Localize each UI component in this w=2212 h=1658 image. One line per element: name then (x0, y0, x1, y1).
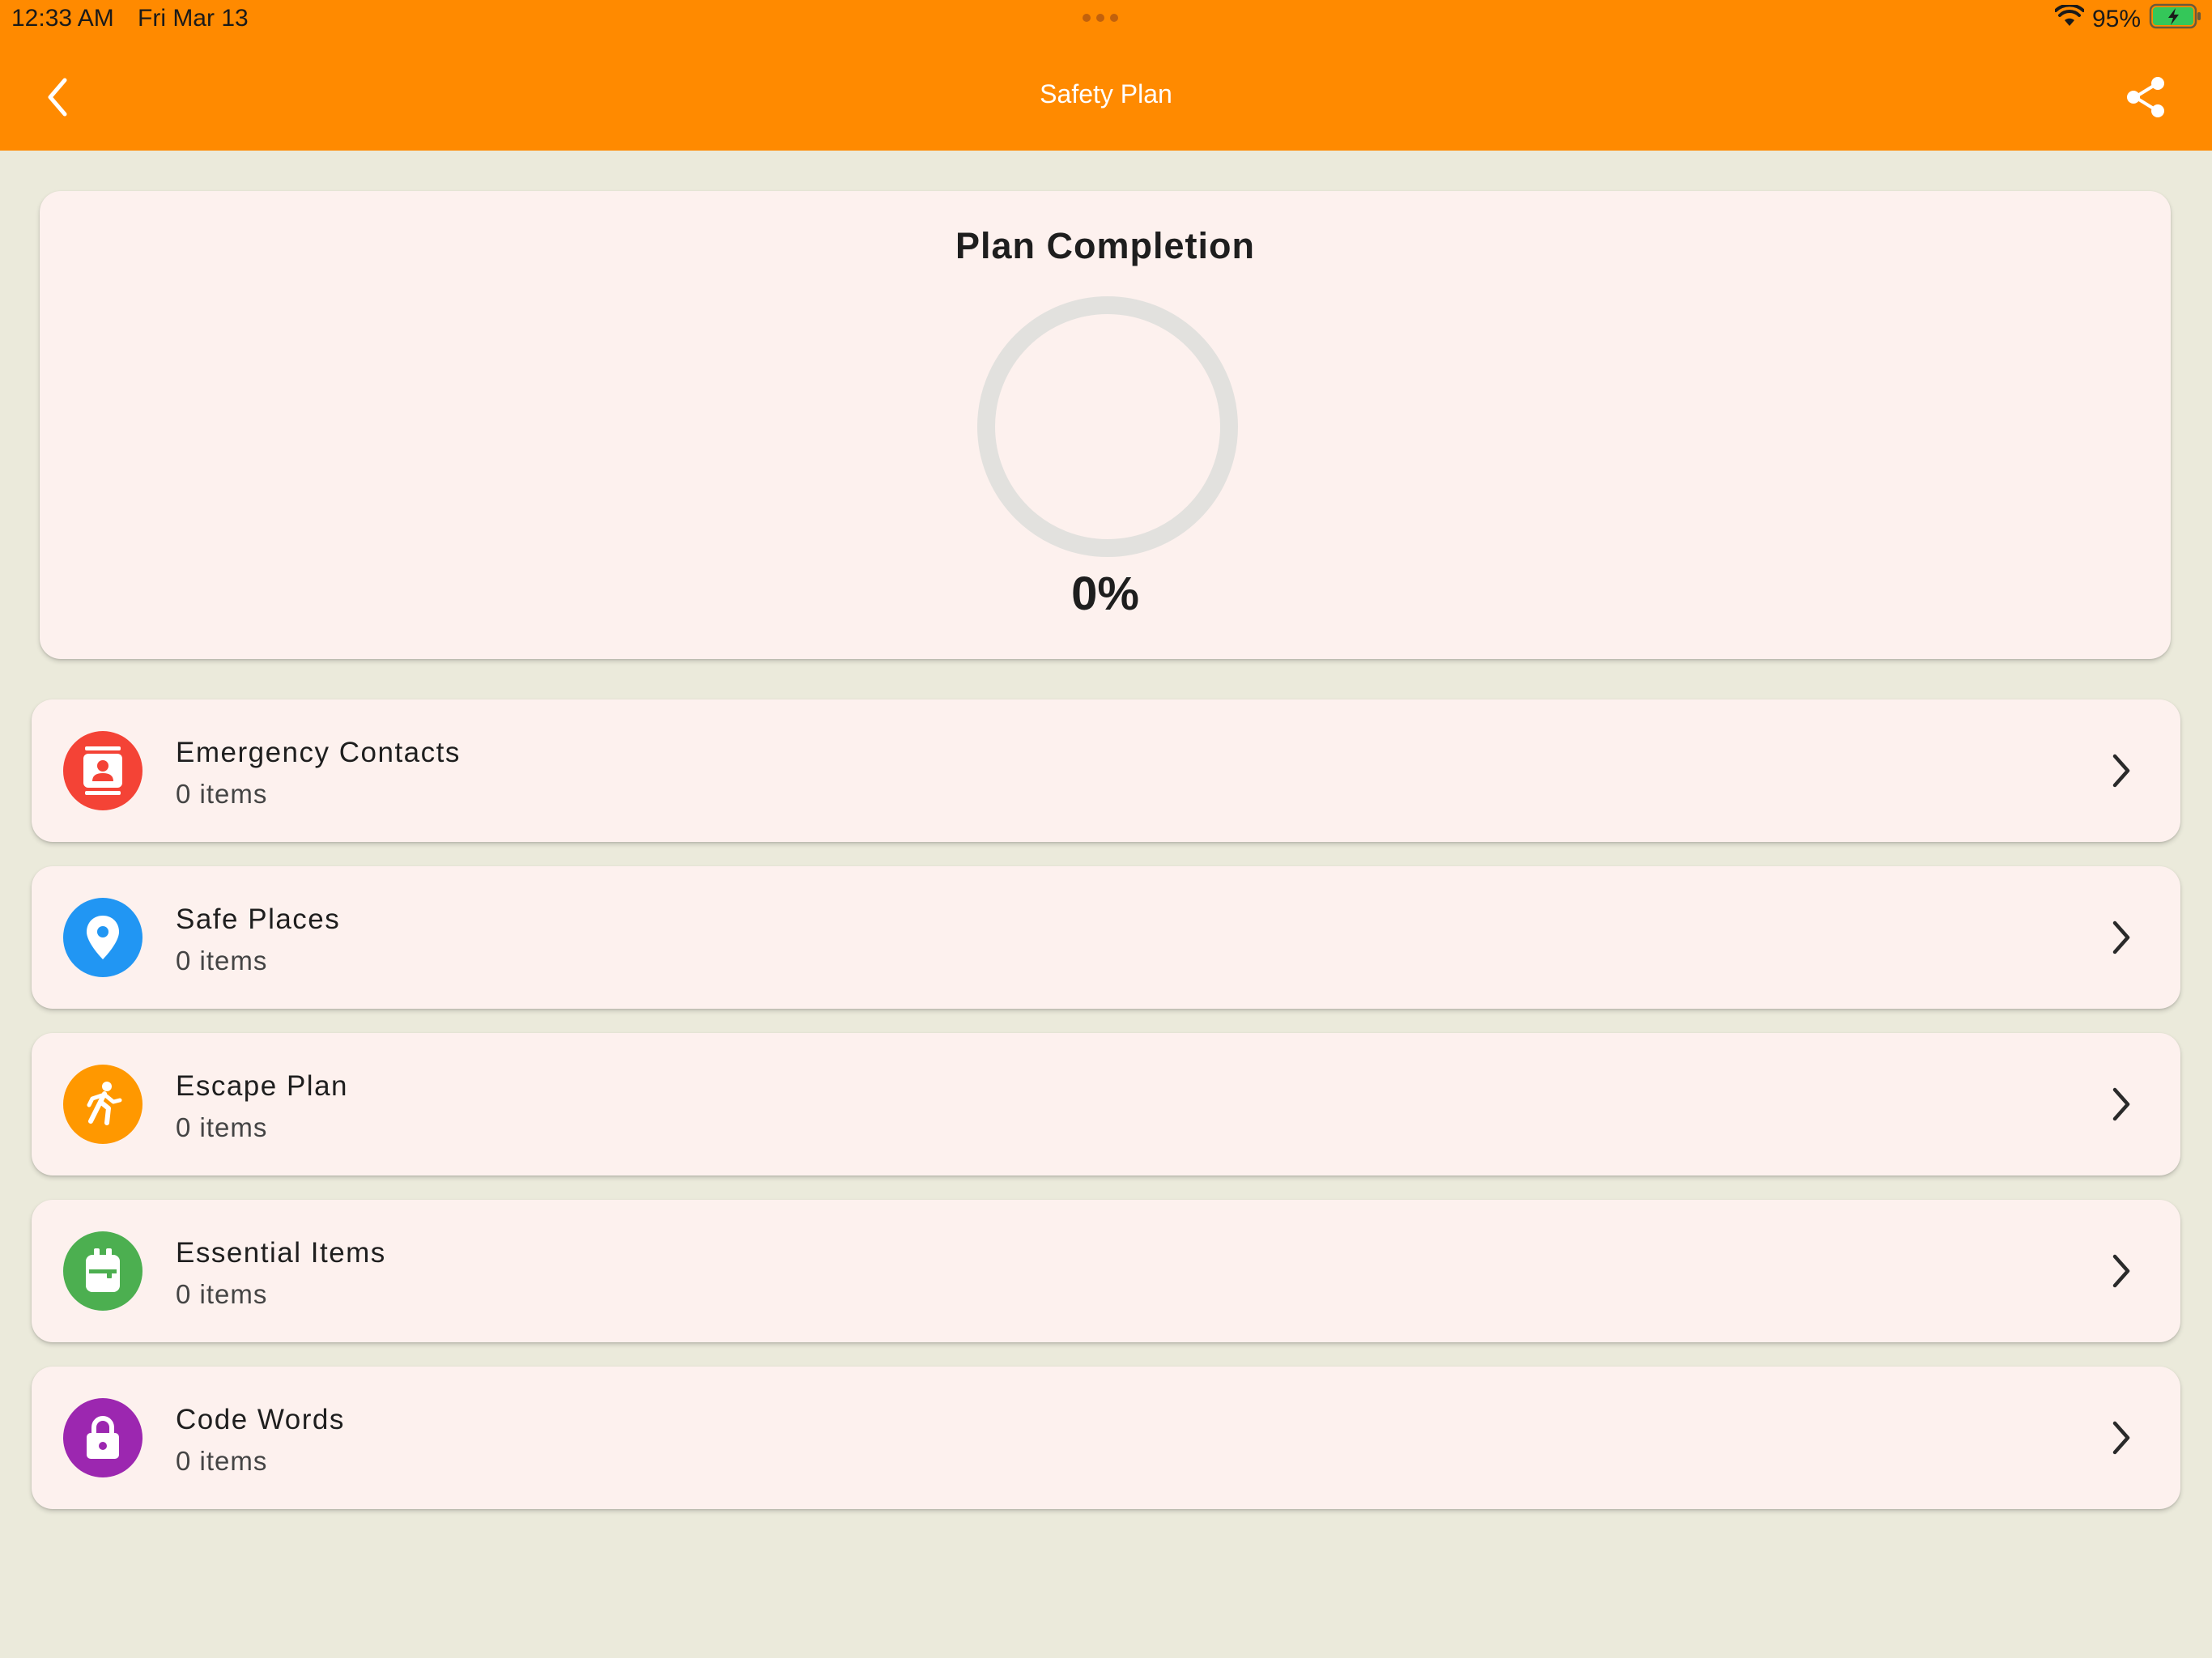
share-icon (2127, 77, 2164, 117)
progress-ring-track (977, 296, 1238, 557)
escape-plan-icon-circle (63, 1065, 143, 1144)
essential-items-icon-circle (63, 1231, 143, 1311)
nav-bar: Safety Plan (0, 40, 2212, 151)
wifi-icon (2053, 3, 2085, 34)
section-title: Code Words (176, 1404, 345, 1435)
page-title: Safety Plan (1040, 79, 1172, 108)
chevron-right-icon (2112, 1087, 2130, 1121)
code-words-icon-circle (63, 1398, 143, 1477)
section-count: 0 items (176, 1279, 268, 1309)
section-title: Safe Places (176, 903, 341, 935)
chevron-right-icon (2112, 1254, 2130, 1288)
completion-progress-ring (977, 296, 1238, 557)
section-row-emergency-contacts[interactable]: Emergency Contacts 0 items (32, 699, 2180, 842)
section-row-safe-places[interactable]: Safe Places 0 items (32, 866, 2180, 1009)
section-count: 0 items (176, 946, 268, 976)
section-row-essential-items[interactable]: Essential Items 0 items (32, 1200, 2180, 1342)
status-time: 12:33 AM (11, 5, 114, 32)
status-bar: 12:33 AM Fri Mar 13 95% (0, 0, 2212, 40)
completion-percent: 0% (1071, 568, 1139, 620)
section-row-code-words[interactable]: Code Words 0 items (32, 1367, 2180, 1509)
section-title: Escape Plan (176, 1070, 349, 1102)
section-title: Essential Items (176, 1237, 386, 1269)
safe-places-icon-circle (63, 898, 143, 977)
backpack-icon (86, 1248, 120, 1292)
battery-charging-icon (2149, 3, 2202, 36)
chevron-right-icon (2112, 1421, 2130, 1455)
chevron-right-icon (2112, 920, 2130, 954)
completion-title: Plan Completion (955, 225, 1255, 266)
app-header: 12:33 AM Fri Mar 13 95% Safety Plan (0, 0, 2212, 151)
multitasking-dots-icon[interactable] (1083, 14, 1118, 22)
section-title: Emergency Contacts (176, 737, 461, 768)
status-indicators: 95% (2053, 3, 2202, 36)
section-row-escape-plan[interactable]: Escape Plan 0 items (32, 1033, 2180, 1175)
battery-percent: 95% (2091, 6, 2141, 32)
section-count: 0 items (176, 1112, 268, 1142)
section-count: 0 items (176, 779, 268, 809)
section-count: 0 items (176, 1446, 268, 1476)
chevron-right-icon (2112, 754, 2130, 788)
emergency-contacts-icon-circle (63, 731, 143, 810)
location-pin-icon (87, 916, 119, 959)
plan-completion-card: Plan Completion 0% (40, 191, 2171, 659)
running-person-icon (87, 1082, 122, 1125)
share-button[interactable] (2121, 73, 2170, 121)
contacts-icon (83, 746, 122, 795)
lock-icon (87, 1416, 119, 1459)
status-date: Fri Mar 13 (138, 5, 249, 32)
